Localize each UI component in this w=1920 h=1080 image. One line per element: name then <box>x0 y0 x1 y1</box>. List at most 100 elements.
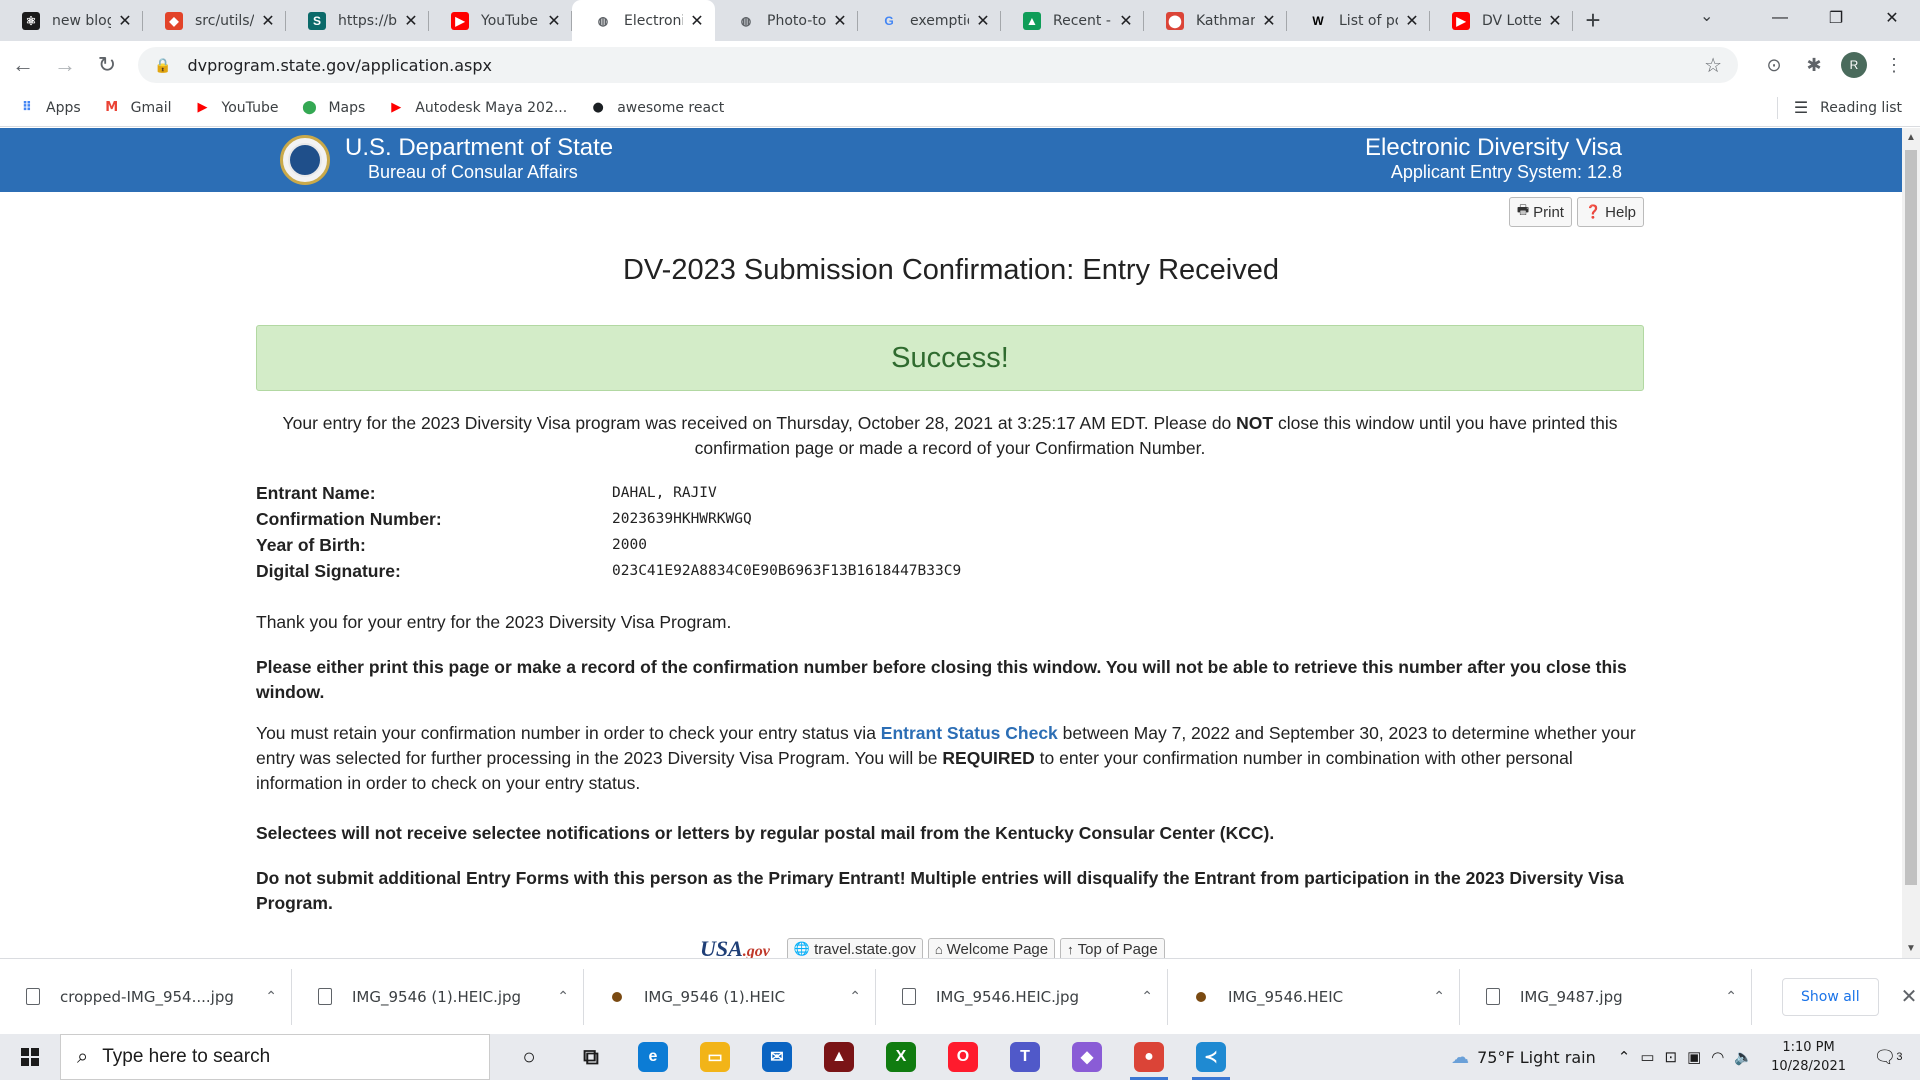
download-item[interactable]: IMG_9546 (1).HEIC ⌃ <box>584 968 876 1025</box>
scroll-up-arrow[interactable]: ▲ <box>1902 132 1920 143</box>
tab-search-icon[interactable]: ⌄ <box>1700 6 1713 26</box>
wifi-icon[interactable]: ◠ <box>1711 1048 1724 1066</box>
taskbar-app[interactable]: ◆ <box>1056 1034 1118 1080</box>
menu-kebab-icon[interactable]: ⋮ <box>1874 47 1914 83</box>
browser-tab[interactable]: ◍ Photo-to ✕ <box>715 0 858 41</box>
browser-tab[interactable]: ⚛ new blog ✕ <box>0 0 143 41</box>
taskbar-search-box[interactable]: ⌕ Type here to search <box>60 1034 490 1080</box>
tab-close-icon[interactable]: ✕ <box>1118 11 1134 31</box>
chevron-up-icon[interactable]: ⌃ <box>557 988 569 1005</box>
scroll-down-arrow[interactable]: ▼ <box>1902 943 1920 954</box>
tab-close-icon[interactable]: ✕ <box>975 11 991 31</box>
download-item[interactable]: IMG_9487.jpg ⌃ <box>1460 968 1752 1025</box>
volume-icon[interactable]: 🔈 <box>1734 1048 1753 1066</box>
profile-avatar[interactable]: R <box>1834 47 1874 83</box>
entrant-status-check-link[interactable]: Entrant Status Check <box>881 723 1058 743</box>
chevron-up-icon[interactable]: ⌃ <box>265 988 277 1005</box>
bookmark-label: Autodesk Maya 202... <box>415 99 568 116</box>
help-button[interactable]: ❓ Help <box>1576 197 1644 227</box>
reading-list-button[interactable]: ☰ Reading list <box>1794 98 1902 117</box>
browser-tab[interactable]: ⬤ Kathmand ✕ <box>1144 0 1287 41</box>
windows-taskbar: ⌕ Type here to search ○ ⧉ e ▭ ✉ ▲ X O T ◆ ● ≺ ☁ 75°… <box>0 1034 1920 1080</box>
tab-close-icon[interactable]: ✕ <box>1404 11 1420 31</box>
close-window-button[interactable]: ✕ <box>1864 0 1920 36</box>
chevron-up-icon[interactable]: ⌃ <box>1725 988 1737 1005</box>
extension-icon[interactable]: ⊙ <box>1754 47 1794 83</box>
download-item[interactable]: cropped-IMG_954....jpg ⌃ <box>0 968 292 1025</box>
chevron-up-icon[interactable]: ⌃ <box>1433 988 1445 1005</box>
tab-close-icon[interactable]: ✕ <box>1261 11 1277 31</box>
download-item[interactable]: IMG_9546 (1).HEIC.jpg ⌃ <box>292 968 584 1025</box>
camera-icon[interactable]: ⊡ <box>1665 1048 1678 1066</box>
tab-close-icon[interactable]: ✕ <box>689 11 705 31</box>
browser-tab[interactable]: ▶ DV Lotter ✕ <box>1430 0 1573 41</box>
travel-link-label: travel.state.gov <box>814 940 916 958</box>
forward-button[interactable]: → <box>46 46 84 84</box>
address-bar[interactable]: 🔒 dvprogram.state.gov/application.aspx ☆ <box>138 47 1738 83</box>
browser-tab[interactable]: ▲ Recent - ✕ <box>1001 0 1144 41</box>
browser-tab[interactable]: ◆ src/utils/f ✕ <box>143 0 286 41</box>
browser-tab[interactable]: W List of po ✕ <box>1287 0 1430 41</box>
restore-button[interactable]: ❐ <box>1808 0 1864 36</box>
taskbar-app[interactable]: X <box>870 1034 932 1080</box>
taskbar-app[interactable]: ≺ <box>1180 1034 1242 1080</box>
mail-icon: ✉ <box>762 1042 792 1072</box>
bookmark-item[interactable]: ⠿ Apps <box>18 99 81 117</box>
print-button[interactable]: 🖶 Print <box>1508 197 1572 227</box>
taskbar-app[interactable]: ▭ <box>684 1034 746 1080</box>
taskbar-app[interactable]: ⧉ <box>560 1034 622 1080</box>
chevron-up-icon[interactable]: ⌃ <box>1141 988 1153 1005</box>
teams-icon: T <box>1010 1042 1040 1072</box>
bookmark-label: Gmail <box>130 99 172 116</box>
tab-close-icon[interactable]: ✕ <box>403 11 419 31</box>
top-of-page-link[interactable]: ↑ Top of Page <box>1060 937 1165 958</box>
tab-close-icon[interactable]: ✕ <box>117 11 133 31</box>
minimize-button[interactable]: — <box>1752 0 1808 36</box>
taskbar-app[interactable]: ✉ <box>746 1034 808 1080</box>
url-text[interactable]: dvprogram.state.gov/application.aspx <box>187 56 1704 75</box>
page-scrollbar[interactable]: ▲ ▼ <box>1902 128 1920 958</box>
display-icon[interactable]: ▣ <box>1687 1048 1701 1066</box>
bookmark-star-icon[interactable]: ☆ <box>1704 53 1722 78</box>
browser-tab[interactable]: Gexemptio ✕ <box>858 0 1001 41</box>
browser-tab[interactable]: ▶ YouTube ✕ <box>429 0 572 41</box>
browser-tab[interactable]: Shttps://br ✕ <box>286 0 429 41</box>
start-button[interactable] <box>0 1034 60 1080</box>
download-item[interactable]: IMG_9546.HEIC ⌃ <box>1168 968 1460 1025</box>
extensions-puzzle-icon[interactable]: ✱ <box>1794 47 1834 83</box>
browser-tab[interactable]: ◍ Electronic ✕ <box>572 0 715 41</box>
tab-close-icon[interactable]: ✕ <box>546 11 562 31</box>
scroll-thumb[interactable] <box>1905 150 1917 885</box>
chevron-up-icon[interactable]: ⌃ <box>849 988 861 1005</box>
bookmark-item[interactable]: ● awesome react <box>589 99 725 117</box>
tab-close-icon[interactable]: ✕ <box>832 11 848 31</box>
notification-center-button[interactable]: 🗨 3 <box>1868 1047 1908 1068</box>
tab-close-icon[interactable]: ✕ <box>260 11 276 31</box>
usa-gov-logo[interactable]: USA.gov <box>700 936 770 958</box>
taskbar-clock[interactable]: 1:10 PM 10/28/2021 <box>1771 1038 1846 1076</box>
weather-widget[interactable]: ☁ 75°F Light rain <box>1451 1047 1596 1068</box>
travel-state-gov-link[interactable]: 🌐 travel.state.gov <box>786 937 923 958</box>
back-button[interactable]: ← <box>4 46 42 84</box>
bookmark-item[interactable]: M Gmail <box>103 99 172 117</box>
close-download-shelf-icon[interactable]: ✕ <box>1901 984 1918 1009</box>
bookmark-item[interactable]: ▶ YouTube <box>194 99 279 117</box>
bookmark-item[interactable]: ⬤ Maps <box>300 99 365 117</box>
battery-icon[interactable]: ▭ <box>1640 1048 1654 1066</box>
show-all-downloads-button[interactable]: Show all <box>1782 977 1879 1016</box>
lock-icon[interactable]: 🔒 <box>154 57 171 74</box>
new-tab-button[interactable]: + <box>1573 0 1613 41</box>
welcome-page-link[interactable]: ⌂ Welcome Page <box>927 937 1056 958</box>
taskbar-app[interactable]: e <box>622 1034 684 1080</box>
app-diamond-icon: ◆ <box>1072 1042 1102 1072</box>
bookmark-item[interactable]: ▶ Autodesk Maya 202... <box>387 99 567 117</box>
download-item[interactable]: IMG_9546.HEIC.jpg ⌃ <box>876 968 1168 1025</box>
taskbar-app[interactable]: ▲ <box>808 1034 870 1080</box>
show-hidden-icons-chevron-icon[interactable]: ⌃ <box>1618 1048 1631 1066</box>
taskbar-app[interactable]: ● <box>1118 1034 1180 1080</box>
reload-button[interactable]: ↻ <box>88 46 126 84</box>
taskbar-app[interactable]: O <box>932 1034 994 1080</box>
taskbar-app[interactable]: T <box>994 1034 1056 1080</box>
tab-close-icon[interactable]: ✕ <box>1547 11 1563 31</box>
taskbar-app[interactable]: ○ <box>498 1034 560 1080</box>
